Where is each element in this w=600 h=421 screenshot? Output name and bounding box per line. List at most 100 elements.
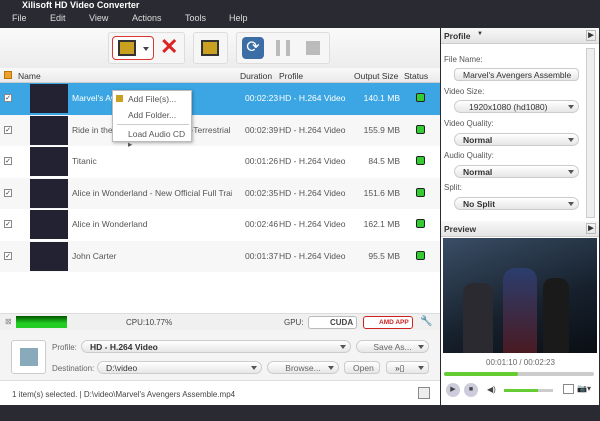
audio-quality-select[interactable]: Normal	[454, 165, 579, 178]
col-name[interactable]: Name	[18, 71, 41, 81]
cuda-label: CUDA	[330, 318, 354, 327]
row-checkbox[interactable]: ✓	[4, 188, 12, 197]
col-output-size[interactable]: Output Size	[354, 71, 398, 81]
table-row[interactable]: ✓ John Carter 00:01:37 HD - H.264 Video 95.5…	[0, 240, 440, 272]
volume-slider[interactable]	[504, 389, 553, 392]
convert-button[interactable]: ⟳	[242, 37, 264, 59]
video-thumbnail	[30, 178, 68, 208]
row-duration: 00:02:39	[245, 124, 279, 135]
profile-icon[interactable]	[11, 340, 46, 374]
audio-quality-label: Audio Quality:	[444, 151, 494, 160]
row-name: John Carter	[72, 250, 117, 261]
stop-preview-button[interactable]: ■	[464, 383, 478, 397]
row-profile[interactable]: HD - H.264 Video	[279, 156, 345, 166]
preview-title: Preview	[444, 224, 477, 234]
table-row[interactable]: ✓ Marvel's Av 00:02:23 HD - H.264 Video 140.…	[0, 83, 440, 115]
profile-panel-title[interactable]: Profile	[444, 31, 470, 41]
close-icon[interactable]: ⊠	[5, 317, 12, 326]
col-profile[interactable]: Profile	[279, 71, 303, 81]
status-icon	[416, 219, 425, 228]
collapse-preview-button[interactable]: ▶	[586, 223, 596, 234]
file-name-input[interactable]: Marvel's Avengers Assemble	[454, 68, 579, 81]
volume-icon[interactable]: ◀)	[487, 385, 496, 394]
row-size: 162.1 MB	[363, 219, 400, 229]
status-text: 1 item(s) selected. | D:\video\Marvel's …	[12, 390, 236, 399]
table-row[interactable]: ✓ Alice in Wonderland 00:02:46 HD - H.264 V…	[0, 209, 440, 241]
menu-tools[interactable]: Tools	[185, 13, 206, 23]
menu-help[interactable]: Help	[229, 13, 248, 23]
row-size: 140.1 MB	[363, 93, 400, 103]
camera-icon[interactable]: 📷▾	[577, 384, 591, 393]
title-bar: Xilisoft HD Video Converter	[0, 0, 600, 10]
open-button[interactable]: Open	[344, 361, 380, 374]
col-duration[interactable]: Duration	[240, 71, 272, 81]
destination-label: Destination:	[52, 364, 95, 373]
select-all-checkbox[interactable]	[4, 71, 12, 79]
row-checkbox[interactable]: ✓	[4, 220, 12, 228]
cuda-button[interactable]: CUDA	[308, 316, 357, 329]
menu-edit[interactable]: Edit	[50, 13, 66, 23]
table-row[interactable]: ✓Ride in the Sky - E.T. The Extra-Terres…	[0, 114, 440, 146]
row-duration: 00:02:46	[245, 219, 279, 229]
load-audio-cd-label: Load Audio CD	[128, 129, 186, 139]
destination-input[interactable]: D:\video	[97, 361, 262, 374]
row-profile[interactable]: HD - H.264 Video	[279, 93, 345, 103]
row-size: 84.5 MB	[368, 156, 400, 166]
menu-item-load-audio-cd[interactable]: Load Audio CD ▸	[128, 129, 191, 150]
menu-item-add-folder[interactable]: Add Folder...	[128, 110, 176, 120]
add-to-segment-button[interactable]	[201, 40, 219, 56]
row-profile[interactable]: HD - H.264 Video	[279, 219, 345, 229]
stop-button[interactable]	[306, 41, 320, 55]
remove-button[interactable]: ✕	[160, 34, 178, 60]
status-icon	[416, 124, 425, 134]
menu-actions[interactable]: Actions	[132, 13, 162, 23]
row-size: 151.6 MB	[363, 187, 400, 198]
preview-video	[443, 238, 597, 353]
row-checkbox[interactable]: ✓	[4, 157, 12, 165]
play-button[interactable]: ▶	[446, 383, 460, 397]
video-thumbnail	[30, 210, 68, 239]
status-bar: 1 item(s) selected. | D:\video\Marvel's …	[0, 380, 440, 405]
row-checkbox[interactable]: ✓	[4, 125, 12, 134]
browse-button[interactable]: Browse...	[267, 361, 339, 374]
profile-select[interactable]: HD - H.264 Video	[81, 340, 351, 353]
menu-file[interactable]: File	[12, 13, 27, 23]
log-icon[interactable]	[418, 387, 430, 399]
add-file-button[interactable]	[112, 36, 154, 60]
row-duration: 00:02:23	[245, 93, 279, 103]
status-icon	[416, 93, 425, 102]
add-file-dropdown: Add File(s)... Add Folder... Load Audio …	[112, 90, 192, 149]
row-checkbox[interactable]: ✓	[4, 94, 12, 102]
video-size-select[interactable]: 1920x1080 (hd1080)	[454, 100, 579, 113]
profile-scrollbar[interactable]	[586, 48, 595, 218]
menu-view[interactable]: View	[89, 13, 108, 23]
video-quality-select[interactable]: Normal	[454, 133, 579, 146]
row-checkbox[interactable]: ✓	[4, 251, 12, 260]
save-as-button[interactable]: Save As...	[356, 340, 429, 353]
video-thumbnail	[30, 241, 68, 271]
collapse-profile-button[interactable]: ▶	[586, 30, 596, 41]
row-duration: 00:01:37	[245, 250, 279, 261]
pause-button[interactable]	[276, 40, 290, 56]
profile-label: Profile:	[52, 343, 77, 352]
split-select[interactable]: No Split	[454, 197, 579, 210]
output-settings: Profile: HD - H.264 Video Save As... Des…	[0, 330, 440, 380]
col-status[interactable]: Status	[404, 71, 428, 81]
chevron-down-icon	[143, 47, 149, 51]
cpu-usage: CPU:10.77%	[126, 318, 173, 327]
table-row[interactable]: ✓ Alice in Wonderland - New Official Full…	[0, 177, 440, 209]
row-name: Titanic	[72, 156, 97, 166]
table-row[interactable]: ✓ Titanic 00:01:26 HD - H.264 Video 84.5 MB	[0, 146, 440, 178]
menu-item-add-files[interactable]: Add File(s)...	[128, 94, 176, 104]
wrench-icon[interactable]: 🔧	[420, 316, 432, 327]
row-profile[interactable]: HD - H.264 Video	[279, 188, 345, 198]
row-name: Alice in Wonderland - New Official Full …	[72, 187, 232, 198]
transfer-to-device-button[interactable]: »▯	[386, 361, 429, 374]
seek-bar[interactable]	[444, 372, 594, 376]
profile-panel-header: Profile ▼ ▶	[441, 28, 599, 44]
status-icon	[416, 250, 425, 260]
amd-app-button[interactable]: AMD APP	[363, 316, 413, 329]
row-profile[interactable]: HD - H.264 Video	[279, 251, 345, 261]
snapshot-folder-icon[interactable]	[563, 384, 574, 394]
row-profile[interactable]: HD - H.264 Video	[279, 125, 345, 135]
